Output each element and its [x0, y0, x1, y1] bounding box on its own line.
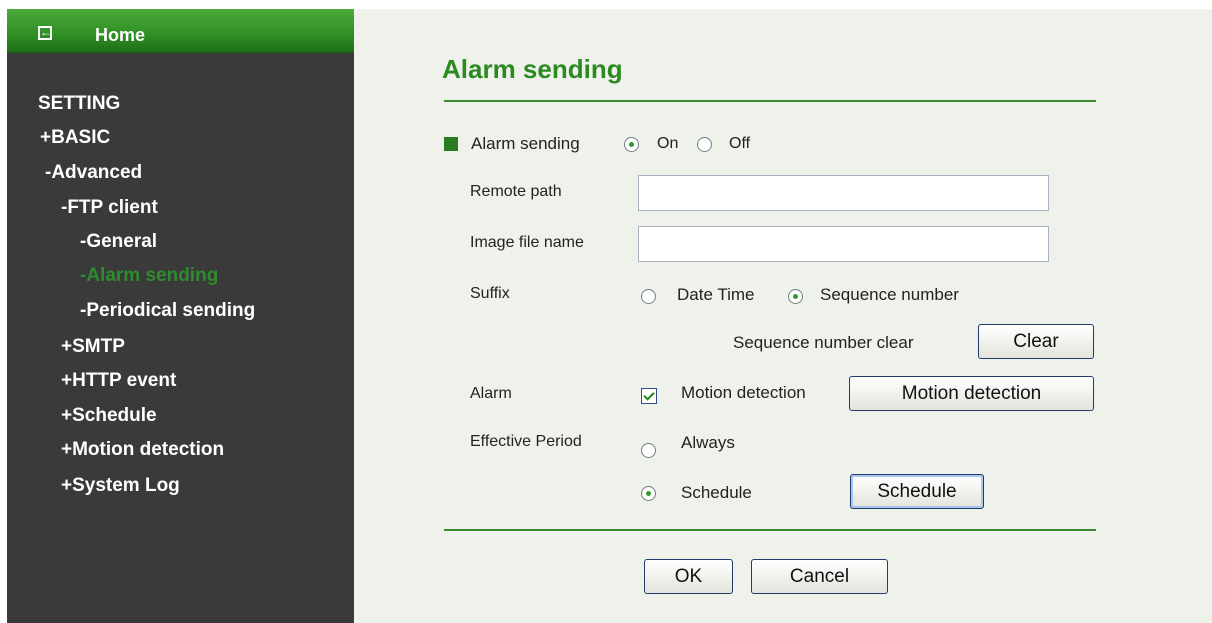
remote-path-label: Remote path	[470, 183, 562, 200]
sidebar-item-http-event[interactable]: +HTTP event	[61, 370, 176, 392]
motion-detection-button[interactable]: Motion detection	[849, 376, 1094, 411]
sidebar-item-basic[interactable]: +BASIC	[40, 127, 110, 149]
back-arrow-icon: ←	[38, 25, 52, 40]
sidebar-item-alarm-sending[interactable]: -Alarm sending	[80, 265, 218, 287]
alarm-sending-off-radio[interactable]	[697, 137, 712, 152]
effective-period-always-label: Always	[681, 433, 735, 452]
effective-period-always-radio[interactable]	[641, 443, 656, 458]
suffix-sequence-number-label: Sequence number	[820, 285, 959, 304]
title-divider	[444, 100, 1096, 102]
motion-detection-checkbox[interactable]	[641, 388, 657, 404]
main-panel: Alarm sending Alarm sending On Off Remot…	[354, 9, 1212, 623]
sidebar-item-ftp-client[interactable]: -FTP client	[61, 197, 158, 219]
image-file-name-label: Image file name	[470, 234, 584, 251]
sidebar-item-schedule[interactable]: +Schedule	[61, 405, 157, 427]
sidebar-heading-setting: SETTING	[38, 93, 121, 114]
sidebar-item-motion-detection[interactable]: +Motion detection	[61, 439, 224, 461]
motion-detection-checkbox-label: Motion detection	[681, 383, 806, 402]
alarm-label: Alarm	[470, 385, 512, 402]
home-link[interactable]: ← Home	[7, 9, 354, 53]
alarm-sending-off-label: Off	[729, 135, 751, 152]
sidebar-item-smtp[interactable]: +SMTP	[61, 336, 125, 358]
alarm-sending-on-label: On	[657, 135, 679, 152]
home-label: Home	[95, 25, 146, 45]
schedule-button[interactable]: Schedule	[850, 474, 984, 509]
effective-period-schedule-radio[interactable]	[641, 486, 656, 501]
page-title: Alarm sending	[442, 54, 623, 84]
sidebar-item-general[interactable]: -General	[80, 231, 157, 253]
section-marker-icon	[444, 137, 458, 151]
sidebar: ← Home SETTING +BASIC -Advanced -FTP cli…	[7, 9, 354, 623]
sequence-number-clear-label: Sequence number clear	[733, 333, 914, 352]
clear-button[interactable]: Clear	[978, 324, 1094, 359]
cancel-button[interactable]: Cancel	[751, 559, 888, 594]
suffix-sequence-number-radio[interactable]	[788, 289, 803, 304]
alarm-sending-label: Alarm sending	[471, 134, 580, 153]
footer-divider	[444, 529, 1096, 531]
sidebar-item-periodical-sending[interactable]: -Periodical sending	[80, 300, 255, 322]
remote-path-input[interactable]	[638, 175, 1049, 211]
ok-button[interactable]: OK	[644, 559, 733, 594]
suffix-date-time-label: Date Time	[677, 285, 755, 304]
sidebar-item-advanced[interactable]: -Advanced	[45, 162, 142, 184]
image-file-name-input[interactable]	[638, 226, 1049, 262]
sidebar-item-system-log[interactable]: +System Log	[61, 475, 180, 497]
effective-period-label: Effective Period	[470, 433, 582, 450]
suffix-label: Suffix	[470, 285, 510, 302]
alarm-sending-on-radio[interactable]	[624, 137, 639, 152]
suffix-date-time-radio[interactable]	[641, 289, 656, 304]
effective-period-schedule-label: Schedule	[681, 483, 752, 502]
